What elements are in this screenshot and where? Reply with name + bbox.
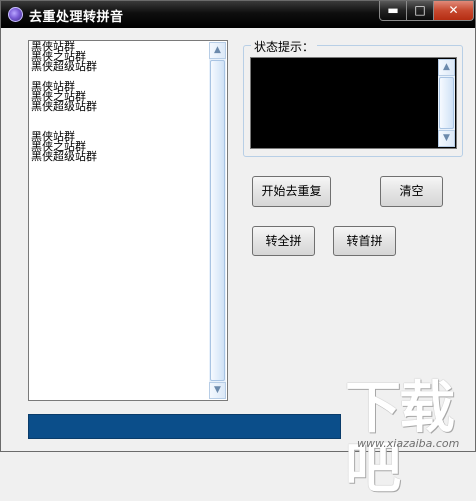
watermark: 下载吧 www.xiazaiba.com [339, 379, 476, 499]
input-text-content: 黑侠站群 黑侠之站群 黑侠超级站群 黑侠站群 黑侠之站群 黑侠超级站群 黑侠站群… [31, 40, 97, 163]
clear-button[interactable]: 清空 [380, 176, 443, 207]
app-window: 去重处理转拼音 ▬ □ ✕ 黑侠站群 黑侠之站群 黑侠超级站群 黑侠站群 黑侠之… [0, 0, 476, 499]
close-button[interactable]: ✕ [433, 1, 474, 21]
input-vertical-scrollbar[interactable]: ▲ ▼ [209, 42, 226, 399]
title-bar[interactable]: 去重处理转拼音 ▬ □ ✕ [1, 1, 475, 28]
progress-bar [28, 414, 341, 439]
status-label: 状态提示： [251, 38, 318, 55]
scroll-thumb[interactable] [439, 77, 454, 129]
minimize-button[interactable]: ▬ [379, 1, 407, 21]
full-pinyin-button[interactable]: 转全拼 [252, 226, 315, 256]
status-output[interactable]: ▲ ▼ [250, 57, 457, 149]
initial-pinyin-button[interactable]: 转首拼 [333, 226, 396, 256]
scroll-up-icon[interactable]: ▲ [438, 59, 455, 76]
scroll-down-icon[interactable]: ▼ [438, 130, 455, 147]
scroll-thumb[interactable] [210, 60, 225, 381]
scroll-up-icon[interactable]: ▲ [209, 42, 226, 59]
maximize-button[interactable]: □ [406, 1, 434, 21]
window-title: 去重处理转拼音 [29, 10, 124, 25]
status-vertical-scrollbar[interactable]: ▲ ▼ [438, 59, 455, 147]
app-icon [8, 7, 23, 22]
scroll-down-icon[interactable]: ▼ [209, 382, 226, 399]
watermark-url: www.xiazaiba.com [357, 437, 460, 450]
start-dedupe-button[interactable]: 开始去重复 [252, 176, 331, 207]
input-textarea[interactable]: 黑侠站群 黑侠之站群 黑侠超级站群 黑侠站群 黑侠之站群 黑侠超级站群 黑侠站群… [28, 40, 228, 401]
